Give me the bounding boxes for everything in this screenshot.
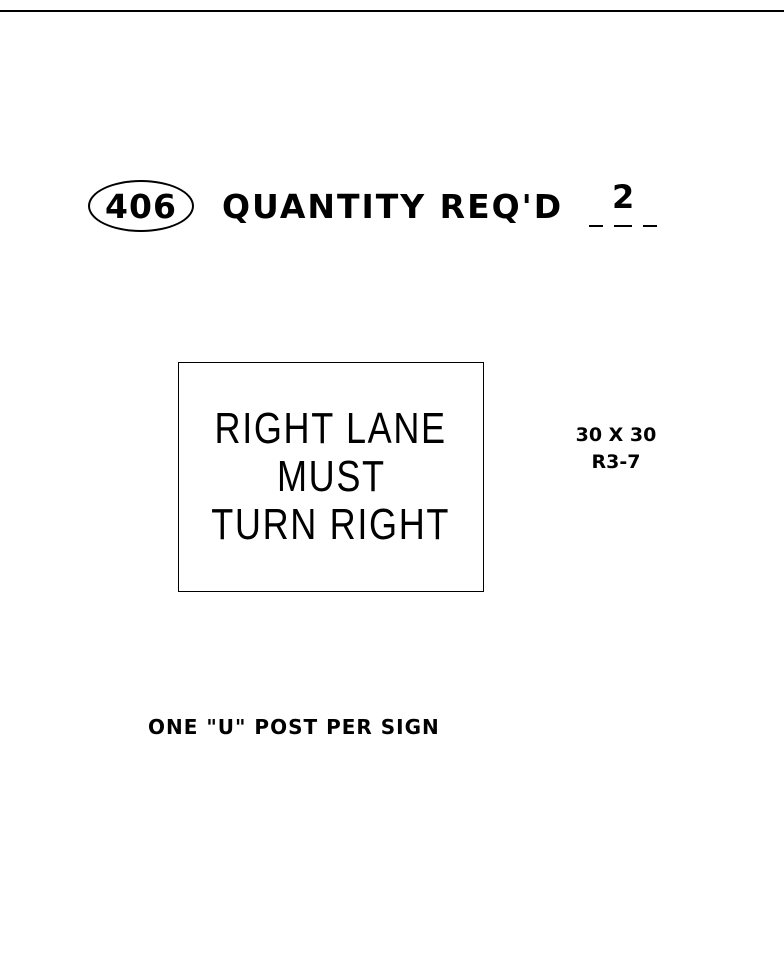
sign-line-3: TURN RIGHT — [211, 500, 451, 549]
quantity-label: QUANTITY REQ'D — [222, 186, 564, 226]
post-note: ONE "U" POST PER SIGN — [148, 715, 440, 739]
quantity-header: 406 QUANTITY REQ'D 2 — [88, 176, 663, 236]
sign-code: R3-7 — [591, 451, 641, 473]
sign-face: RIGHT LANE MUST TURN RIGHT — [178, 362, 484, 592]
quantity-underline-mid — [614, 225, 633, 227]
sign-size: 30 X 30 — [575, 424, 657, 446]
quantity-value: 2 — [612, 178, 635, 216]
sign-specs: 30 X 30 R3-7 — [556, 422, 676, 476]
sign-line-1: RIGHT LANE — [214, 404, 448, 453]
quantity-underline-right — [643, 225, 658, 227]
top-border-rule — [0, 10, 784, 12]
item-number-oval: 406 — [88, 180, 194, 232]
sign-line-2: MUST — [276, 452, 386, 501]
quantity-value-field: 2 — [583, 178, 663, 228]
quantity-underline-left — [589, 225, 604, 227]
